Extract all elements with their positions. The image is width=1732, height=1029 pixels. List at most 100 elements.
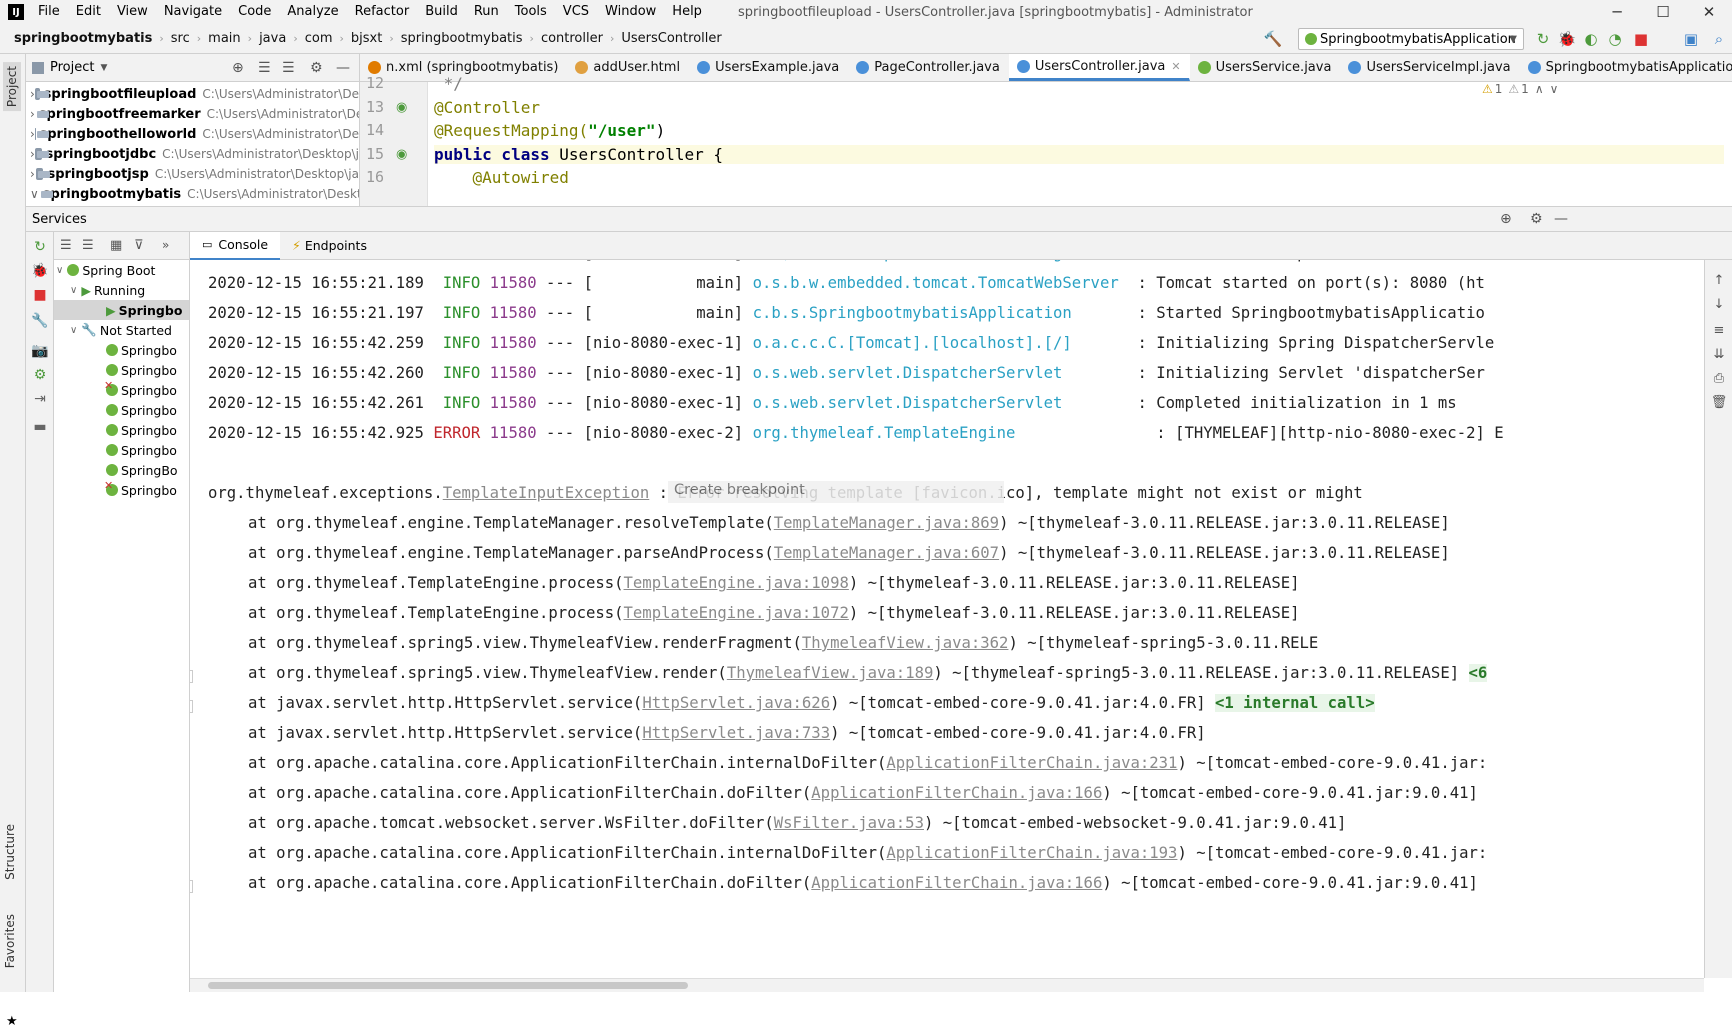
filter-icon[interactable]: ⊽ bbox=[134, 238, 144, 253]
tree-running[interactable]: ∨ ▶ Running bbox=[54, 280, 189, 300]
soft-wrap-icon[interactable]: ≡ bbox=[1711, 322, 1727, 338]
close-icon[interactable]: ✕ bbox=[1171, 60, 1180, 73]
hide-icon[interactable]: — bbox=[336, 60, 350, 76]
debug-icon[interactable]: 🐞 bbox=[1556, 28, 1578, 50]
breadcrumb-item[interactable]: controller bbox=[537, 31, 607, 46]
project-tree-item[interactable]: › springboothelloworld C:\Users\Administra… bbox=[26, 124, 359, 144]
project-tool-tab[interactable]: Project bbox=[3, 62, 21, 112]
build-hammer-icon[interactable]: 🔨 bbox=[1262, 28, 1284, 50]
inspection-widget[interactable]: ⚠ 1 ⚠ 1 ∧ ∨ bbox=[1482, 82, 1558, 96]
menu-run[interactable]: Run bbox=[466, 0, 507, 24]
stack-source-link[interactable]: ApplicationFilterChain.java:166 bbox=[811, 874, 1102, 892]
editor-tab[interactable]: PageController.java bbox=[848, 54, 1009, 81]
project-tree-item[interactable]: ∨ springbootmybatis C:\Users\Administrator… bbox=[26, 184, 359, 204]
expand-all-icon[interactable]: ☰ bbox=[258, 60, 271, 76]
breadcrumb-item[interactable]: UsersController bbox=[617, 31, 725, 46]
collapse-all-icon[interactable]: ☰ bbox=[282, 60, 295, 76]
tree-service-item[interactable]: Springbo bbox=[54, 420, 189, 440]
stack-source-link[interactable]: TemplateManager.java:607 bbox=[774, 544, 999, 562]
stack-source-link[interactable]: ThymeleafView.java:189 bbox=[727, 664, 934, 682]
stack-source-link[interactable]: HttpServlet.java:626 bbox=[642, 694, 830, 712]
menu-help[interactable]: Help bbox=[664, 0, 710, 24]
breadcrumb-item[interactable]: main bbox=[204, 31, 244, 46]
project-tree-item[interactable]: › springbootfileupload C:\Users\Administra… bbox=[26, 84, 359, 104]
gear-icon[interactable]: ⚙ bbox=[310, 60, 323, 76]
structure-tool-tab[interactable]: Structure bbox=[3, 824, 17, 880]
collapse-all-icon[interactable]: ☰ bbox=[82, 238, 94, 253]
editor-tab[interactable]: SpringbootmybatisApplication.java bbox=[1520, 54, 1732, 81]
create-breakpoint-tooltip[interactable]: Create breakpoint bbox=[668, 481, 1004, 503]
search-everywhere-icon[interactable]: ⌕ bbox=[1708, 28, 1730, 50]
rerun-icon[interactable]: ↻ bbox=[31, 238, 49, 256]
tree-service-item[interactable]: Springbo bbox=[54, 340, 189, 360]
stack-source-link[interactable]: TemplateManager.java:869 bbox=[774, 514, 999, 532]
stack-source-link[interactable]: TemplateEngine.java:1098 bbox=[624, 574, 849, 592]
tree-running-app[interactable]: ▶ Springbo bbox=[54, 300, 189, 320]
arrow-up-icon[interactable]: ↑ bbox=[1711, 272, 1727, 288]
locate-icon[interactable]: ⊕ bbox=[232, 60, 244, 76]
menu-vcs[interactable]: VCS bbox=[555, 0, 597, 24]
run-gutter-icon[interactable]: ◉ bbox=[396, 147, 407, 162]
stop-icon[interactable]: ■ bbox=[31, 286, 49, 304]
print-icon[interactable]: ⎙ bbox=[1711, 370, 1727, 386]
internal-calls-link[interactable]: <1 internal call> bbox=[1215, 694, 1375, 712]
arrow-down-icon[interactable]: ↓ bbox=[1711, 296, 1727, 312]
chevron-down-icon[interactable]: ▼ bbox=[100, 63, 107, 73]
fold-expand-icon[interactable]: + bbox=[190, 700, 193, 713]
breadcrumb-item[interactable]: springbootmybatis bbox=[397, 31, 527, 46]
editor-tab[interactable]: UsersController.java ✕ bbox=[1008, 54, 1190, 81]
console-output[interactable]: 2020-12-15 16:55:21.122 WARN 11580 --- [… bbox=[190, 260, 1704, 978]
menu-analyze[interactable]: Analyze bbox=[279, 0, 346, 24]
fold-expand-icon[interactable]: + bbox=[190, 880, 193, 893]
breadcrumb-item[interactable]: bjsxt bbox=[347, 31, 386, 46]
menu-refactor[interactable]: Refactor bbox=[347, 0, 418, 24]
group-icon[interactable]: ▦ bbox=[110, 238, 122, 253]
debug-icon[interactable]: 🐞 bbox=[31, 262, 49, 280]
scrollbar-thumb[interactable] bbox=[208, 982, 688, 989]
chevron-down-icon[interactable]: ∨ bbox=[1550, 82, 1559, 96]
tree-not-started[interactable]: ∨ 🔧 Not Started bbox=[54, 320, 189, 340]
stack-source-link[interactable]: WsFilter.java:53 bbox=[774, 814, 924, 832]
more-icon[interactable]: » bbox=[162, 238, 169, 252]
gear-icon[interactable]: ⚙ bbox=[1530, 211, 1543, 227]
tree-service-item[interactable]: Springbo bbox=[54, 400, 189, 420]
settings-run-icon[interactable]: ⚙ bbox=[31, 366, 49, 384]
breadcrumb-item[interactable]: src bbox=[167, 31, 194, 46]
editor-tab[interactable]: UsersService.java bbox=[1190, 54, 1341, 81]
project-tree-item[interactable]: › springbootjsp C:\Users\Administrator\Des… bbox=[26, 164, 359, 184]
run-gutter-icon[interactable]: ◉ bbox=[396, 100, 407, 115]
breadcrumb-item[interactable]: springbootmybatis bbox=[10, 31, 156, 46]
globe-icon[interactable]: ⊕ bbox=[1500, 211, 1512, 227]
menu-file[interactable]: File bbox=[30, 0, 68, 24]
expand-all-icon[interactable]: ☰ bbox=[60, 238, 72, 253]
tab-console[interactable]: ▭ Console bbox=[190, 231, 281, 260]
profile-icon[interactable]: ◔ bbox=[1604, 28, 1626, 50]
menu-tools[interactable]: Tools bbox=[507, 0, 555, 24]
scroll-to-end-icon[interactable]: ⇊ bbox=[1711, 346, 1727, 362]
maximize-button[interactable]: ☐ bbox=[1640, 0, 1686, 24]
breadcrumb-item[interactable]: com bbox=[301, 31, 337, 46]
hide-icon[interactable]: — bbox=[1554, 211, 1568, 227]
camera-icon[interactable]: 📷 bbox=[31, 342, 49, 360]
project-panel-title[interactable]: Project bbox=[50, 60, 94, 75]
menu-edit[interactable]: Edit bbox=[68, 0, 109, 24]
close-button[interactable]: ✕ bbox=[1686, 0, 1732, 24]
tree-service-item[interactable]: Springbo bbox=[54, 440, 189, 460]
menu-code[interactable]: Code bbox=[230, 0, 279, 24]
editor-tab[interactable]: UsersServiceImpl.java bbox=[1340, 54, 1519, 81]
stop-icon[interactable]: ■ bbox=[1630, 28, 1652, 50]
layout-icon[interactable]: ▬ bbox=[31, 418, 49, 436]
chevron-up-icon[interactable]: ∧ bbox=[1535, 82, 1544, 96]
stack-source-link[interactable]: HttpServlet.java:733 bbox=[642, 724, 830, 742]
menu-view[interactable]: View bbox=[109, 0, 156, 24]
stack-source-link[interactable]: ApplicationFilterChain.java:231 bbox=[886, 754, 1177, 772]
tree-service-item[interactable]: Springbo bbox=[54, 380, 189, 400]
tree-service-item[interactable]: Springbo bbox=[54, 480, 189, 500]
coverage-icon[interactable]: ◐ bbox=[1580, 28, 1602, 50]
wrench-icon[interactable]: 🔧 bbox=[31, 312, 49, 330]
editor-tab[interactable]: addUser.html bbox=[567, 54, 689, 81]
menu-navigate[interactable]: Navigate bbox=[156, 0, 230, 24]
editor-tab[interactable]: UsersExample.java bbox=[689, 54, 848, 81]
menu-window[interactable]: Window bbox=[597, 0, 664, 24]
code-editor[interactable]: 12 13 14 15 16 ◉ ◉ */ @Controller @RequestMappin… bbox=[360, 74, 1732, 206]
